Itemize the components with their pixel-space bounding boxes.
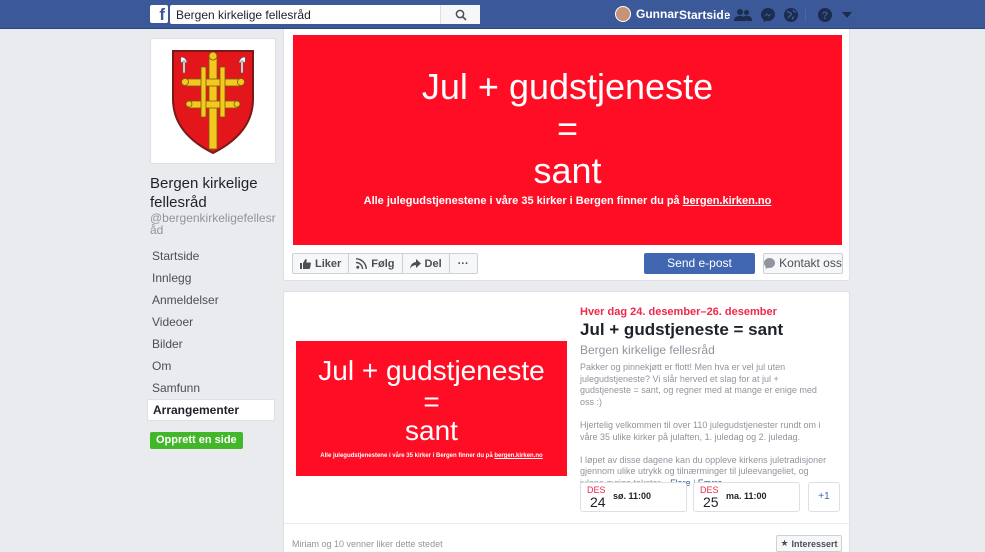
search-icon: [455, 9, 467, 21]
facebook-logo[interactable]: f: [150, 5, 168, 23]
cover-result: sant: [533, 150, 602, 191]
event-image-subtitle: Alle julegudstjenestene i våre 35 kirker…: [320, 453, 543, 459]
cover-link: bergen.kirken.no: [682, 195, 772, 207]
avatar: [615, 6, 631, 22]
date-time: sø. 11:00: [613, 491, 652, 501]
nav-item-innlegg[interactable]: Innlegg: [147, 267, 275, 289]
cover-headline: Jul + gudstjeneste: [421, 66, 714, 107]
create-page-button[interactable]: Opprett en side: [150, 432, 243, 449]
cover-card: Jul + gudstjeneste = sant Alle julegudst…: [283, 29, 850, 281]
cover-photo[interactable]: Jul + gudstjeneste = sant Alle julegudst…: [293, 35, 842, 245]
profile-picture[interactable]: [150, 38, 276, 164]
event-description-paragraph: Hjertelig velkommen til over 110 julegud…: [580, 419, 821, 442]
follow-button[interactable]: Følg: [348, 253, 403, 274]
event-date-box[interactable]: DES 25 ma. 11:00: [693, 482, 800, 512]
friends-icon[interactable]: [734, 6, 752, 24]
nav-item-arrangementer[interactable]: Arrangementer: [147, 399, 275, 421]
help-icon[interactable]: ?: [816, 6, 834, 24]
nav-item-bilder[interactable]: Bilder: [147, 333, 275, 355]
event-image-result: sant: [405, 415, 458, 446]
date-time: ma. 11:00: [726, 491, 767, 501]
event-card: Jul + gudstjeneste = sant Alle julegudst…: [283, 291, 850, 552]
more-options-button[interactable]: ···: [448, 253, 478, 274]
church-coat-of-arms-logo: [172, 50, 254, 155]
page-handle[interactable]: @bergenkirkeligefellesråd: [150, 212, 276, 236]
ellipsis-icon: ···: [457, 257, 469, 270]
search-box[interactable]: Bergen kirkelige fellesråd: [170, 5, 480, 24]
messenger-icon[interactable]: [759, 6, 777, 24]
divider: [284, 523, 849, 524]
rss-icon: [356, 258, 368, 269]
globe-icon[interactable]: [782, 6, 800, 24]
search-button[interactable]: [440, 5, 480, 24]
thumbs-up-icon: [300, 259, 311, 269]
nav-item-samfunn[interactable]: Samfunn: [147, 377, 275, 399]
send-email-button[interactable]: Send e-post: [644, 253, 755, 274]
date-day: 24: [590, 494, 606, 510]
svg-text:?: ?: [822, 10, 829, 22]
page-sidebar-nav: Startside Innlegg Anmeldelser Videoer Bi…: [147, 245, 275, 421]
divider: [724, 7, 725, 22]
divider: [805, 7, 806, 22]
cover-subtitle: Alle julegudstjenestene i våre 35 kirker…: [363, 195, 772, 207]
nav-item-startside[interactable]: Startside: [147, 245, 275, 267]
nav-item-videoer[interactable]: Videoer: [147, 311, 275, 333]
contact-label: Kontakt oss: [779, 256, 842, 270]
user-name: Gunnar: [636, 7, 679, 21]
event-image-equals: =: [423, 386, 440, 417]
event-title[interactable]: Jul + gudstjeneste = sant: [580, 320, 783, 340]
follow-label: Følg: [371, 257, 395, 270]
page-title[interactable]: Bergen kirkelige fellesråd: [150, 174, 280, 212]
home-link[interactable]: Startside: [679, 8, 730, 22]
share-button[interactable]: Del: [401, 253, 450, 274]
event-date-range: Hver dag 24. desember–26. desember: [580, 306, 777, 318]
event-description-paragraph: Pakker og pinnekjøtt er flott! Men hva e…: [580, 362, 817, 407]
dropdown-icon[interactable]: [838, 6, 856, 24]
nav-item-om[interactable]: Om: [147, 355, 275, 377]
search-input[interactable]: Bergen kirkelige fellesråd: [170, 8, 440, 22]
star-icon: ★: [780, 538, 789, 548]
share-arrow-icon: [409, 258, 421, 269]
event-date-box[interactable]: DES 24 sø. 11:00: [580, 482, 687, 512]
interested-label: Interessert: [791, 538, 838, 549]
top-navigation-bar: f Bergen kirkelige fellesråd Gunnar Star…: [0, 0, 985, 29]
nav-item-anmeldelser[interactable]: Anmeldelser: [147, 289, 275, 311]
like-label: Liker: [315, 257, 342, 270]
page-action-bar: Liker Følg Del ···: [292, 253, 478, 274]
event-description: Pakker og pinnekjøtt er flott! Men hva e…: [580, 362, 832, 490]
message-bubble-icon: [764, 258, 776, 269]
friends-like-text[interactable]: Miriam og 10 venner liker dette stedet: [292, 539, 443, 549]
profile-link[interactable]: Gunnar: [615, 6, 679, 22]
interested-button[interactable]: ★ Interessert: [776, 535, 842, 552]
like-button[interactable]: Liker: [292, 253, 350, 274]
event-image[interactable]: Jul + gudstjeneste = sant Alle julegudst…: [296, 341, 567, 476]
date-day: 25: [703, 494, 719, 510]
event-host[interactable]: Bergen kirkelige fellesråd: [580, 343, 715, 357]
event-image-headline: Jul + gudstjeneste: [318, 355, 545, 386]
cover-equals: =: [556, 108, 579, 149]
share-label: Del: [424, 257, 442, 270]
contact-us-button[interactable]: Kontakt oss: [763, 253, 843, 274]
more-dates-button[interactable]: +1: [808, 482, 840, 512]
